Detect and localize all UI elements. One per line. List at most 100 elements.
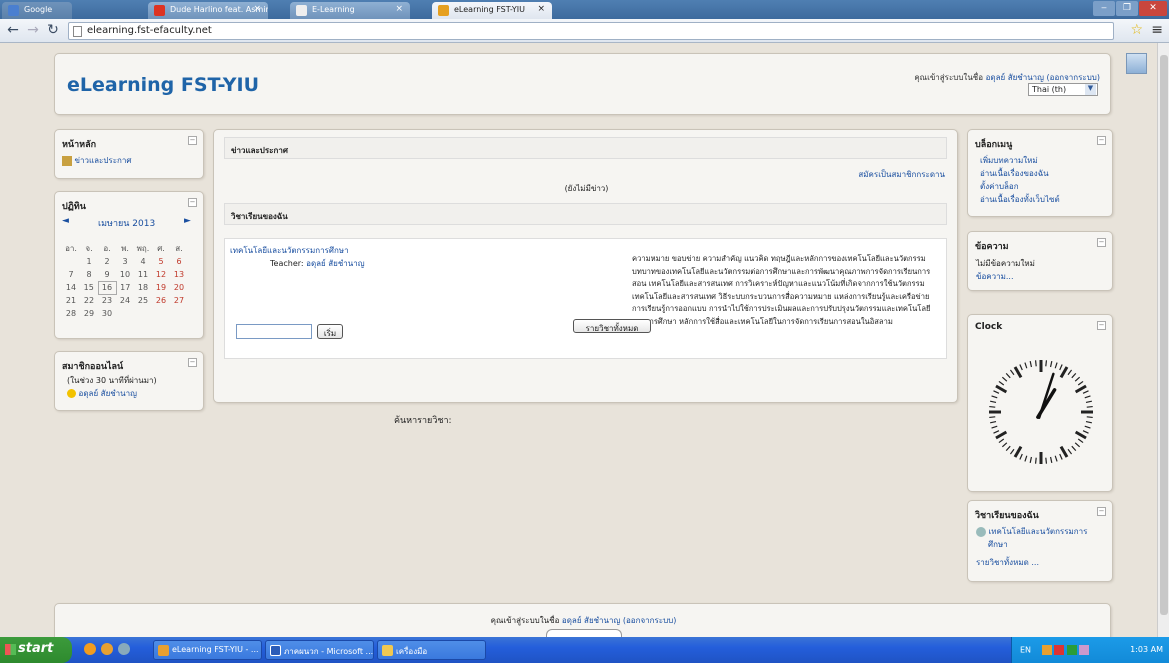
taskbar-item-word[interactable]: ภาคผนวก - Microsoft ...	[265, 640, 374, 660]
moodle-logo[interactable]	[546, 629, 622, 637]
blog-my-entries-link[interactable]: อ่านเนื้อเรื่องของฉัน	[980, 167, 1049, 180]
prev-month-icon[interactable]: ◄	[62, 216, 69, 226]
minimize-icon[interactable]: ‒	[1093, 1, 1115, 16]
collapse-icon[interactable]: −	[1097, 507, 1106, 516]
blog-all-entries-link[interactable]: อ่านเนื้อเรื่องทั้งเว็บไซต์	[980, 193, 1060, 206]
tray-icon[interactable]	[1066, 645, 1077, 655]
course-item-continued[interactable]: ศึกษา	[988, 538, 1008, 551]
calendar-day[interactable]: 6	[170, 255, 188, 268]
calendar-day[interactable]: 12	[152, 268, 170, 281]
reload-icon[interactable]: ↻	[44, 21, 62, 39]
logout-link[interactable]: (ออกจากระบบ)	[1047, 73, 1100, 82]
firefox-icon[interactable]	[84, 643, 96, 655]
taskbar-item-folder[interactable]: เครื่องมือ	[377, 640, 486, 660]
news-empty: (ยังไม่มีข่าว)	[564, 184, 609, 193]
back-icon[interactable]: ←	[4, 21, 22, 39]
blog-settings-link[interactable]: ตั้งค่าบล็อก	[980, 180, 1019, 193]
calendar-day[interactable]: 28	[62, 307, 80, 320]
collapse-icon[interactable]: −	[1097, 136, 1106, 145]
course-search-input[interactable]	[236, 324, 312, 339]
calendar-day[interactable]: 18	[134, 281, 152, 294]
user-link[interactable]: อดุลย์ สัยชำนาญ	[986, 73, 1044, 82]
site-name[interactable]: eLearning FST-YIU	[67, 74, 259, 96]
search-go-button[interactable]: เริ่ม	[317, 324, 343, 339]
online-user[interactable]: อดุลย์ สัยชำนาญ	[67, 387, 137, 400]
weekday: อ.	[103, 244, 111, 253]
tab-youtube[interactable]: Dude Harlino feat. Asmirand ×	[148, 2, 268, 19]
calendar-day[interactable]: 8	[80, 268, 98, 281]
tab-elearning-fst-yiu[interactable]: eLearning FST-YIU ×	[432, 2, 552, 19]
calendar-day[interactable]: 5	[152, 255, 170, 268]
close-tab-icon[interactable]: ×	[395, 4, 403, 14]
collapse-icon[interactable]: −	[188, 358, 197, 367]
forward-icon[interactable]: →	[24, 21, 42, 39]
calendar-day[interactable]: 17	[116, 281, 134, 294]
calendar-day[interactable]: 20	[170, 281, 188, 294]
blog-add-entry-link[interactable]: เพิ่มบทความใหม่	[980, 154, 1038, 167]
calendar-day[interactable]: 29	[80, 307, 98, 320]
calendar-month[interactable]: เมษายน 2013	[98, 216, 155, 230]
footer-user-link[interactable]: อดุลย์ สัยชำนาญ	[562, 616, 620, 625]
tab-google[interactable]: Google	[2, 2, 72, 19]
taskbar-item-browser[interactable]: eLearning FST-YIU - ...	[153, 640, 262, 660]
calendar-day[interactable]: 21	[62, 294, 80, 307]
subscribe-link[interactable]: สมัครเป็นสมาชิกกระดาน	[858, 168, 945, 181]
calendar-day[interactable]: 25	[134, 294, 152, 307]
calendar-day[interactable]: 9	[98, 268, 116, 281]
news-menu-item[interactable]: ข่าวและประกาศ	[62, 154, 131, 167]
collapse-icon[interactable]: −	[1097, 321, 1106, 330]
calendar-day[interactable]: 14	[62, 281, 80, 294]
all-courses-link[interactable]: รายวิชาทั้งหมด ...	[976, 556, 1039, 569]
close-window-icon[interactable]: ✕	[1139, 1, 1167, 16]
footer-logout-link[interactable]: (ออกจากระบบ)	[623, 616, 676, 625]
calendar-day[interactable]: 15	[80, 281, 98, 294]
course-link[interactable]: เทคโนโลยีและนวัตกรรมการศึกษา	[230, 244, 349, 257]
vertical-scrollbar[interactable]	[1157, 43, 1169, 637]
collapse-icon[interactable]: −	[188, 136, 197, 145]
calendar-day[interactable]: 7	[62, 268, 80, 281]
tray-icon[interactable]	[1079, 645, 1090, 655]
calendar-day[interactable]: 30	[98, 307, 116, 320]
calendar-today[interactable]: 16	[97, 280, 117, 295]
calendar-day[interactable]: 2	[98, 255, 116, 268]
teacher-link[interactable]: อดุลย์ สัยชำนาญ	[306, 259, 364, 268]
chevron-down-icon: ▼	[1085, 84, 1096, 95]
calendar-day[interactable]: 23	[98, 294, 116, 307]
menu-icon[interactable]: ≡	[1151, 22, 1163, 38]
calendar-day[interactable]: 13	[170, 268, 188, 281]
collapse-icon[interactable]: −	[188, 198, 197, 207]
maximize-icon[interactable]: ❐	[1116, 1, 1138, 16]
quicklaunch-icon[interactable]	[118, 643, 130, 655]
close-tab-icon[interactable]: ×	[253, 4, 261, 14]
language-select[interactable]: Thai (th) ▼	[1028, 83, 1098, 96]
course-item[interactable]: เทคโนโลยีและนวัตกรรมการ	[976, 525, 1087, 538]
start-button[interactable]: start	[0, 637, 72, 663]
tray-icon[interactable]	[1054, 645, 1065, 655]
calendar-day[interactable]: 3	[116, 255, 134, 268]
scrollbar-thumb[interactable]	[1160, 55, 1168, 615]
calendar-day[interactable]: 10	[116, 268, 134, 281]
all-courses-button[interactable]: รายวิชาทั้งหมด	[573, 319, 651, 333]
chrome-icon[interactable]	[101, 643, 113, 655]
next-month-icon[interactable]: ►	[184, 216, 191, 226]
tray-icon[interactable]	[1041, 645, 1052, 655]
language-indicator[interactable]: EN	[1020, 646, 1031, 655]
dock-icon[interactable]	[1126, 53, 1147, 74]
messages-link[interactable]: ข้อความ...	[976, 270, 1014, 283]
system-tray: EN 1:03 AM	[1011, 637, 1169, 663]
calendar-day[interactable]: 24	[116, 294, 134, 307]
calendar-day[interactable]: 22	[80, 294, 98, 307]
close-tab-icon[interactable]: ×	[537, 4, 545, 14]
calendar-day[interactable]: 26	[152, 294, 170, 307]
calendar-day[interactable]: 11	[134, 268, 152, 281]
bookmark-star-icon[interactable]: ☆	[1130, 22, 1143, 38]
calendar-day[interactable]: 1	[80, 255, 98, 268]
collapse-icon[interactable]: −	[1097, 238, 1106, 247]
tab-e-learning[interactable]: E-Learning ×	[290, 2, 410, 19]
clock-minute-mark	[1086, 405, 1093, 408]
calendar-day[interactable]: 4	[134, 255, 152, 268]
clock-minute-mark	[1029, 456, 1033, 463]
calendar-day[interactable]: 27	[170, 294, 188, 307]
address-bar[interactable]: elearning.fst-efaculty.net	[68, 22, 1114, 40]
calendar-day[interactable]: 19	[152, 281, 170, 294]
